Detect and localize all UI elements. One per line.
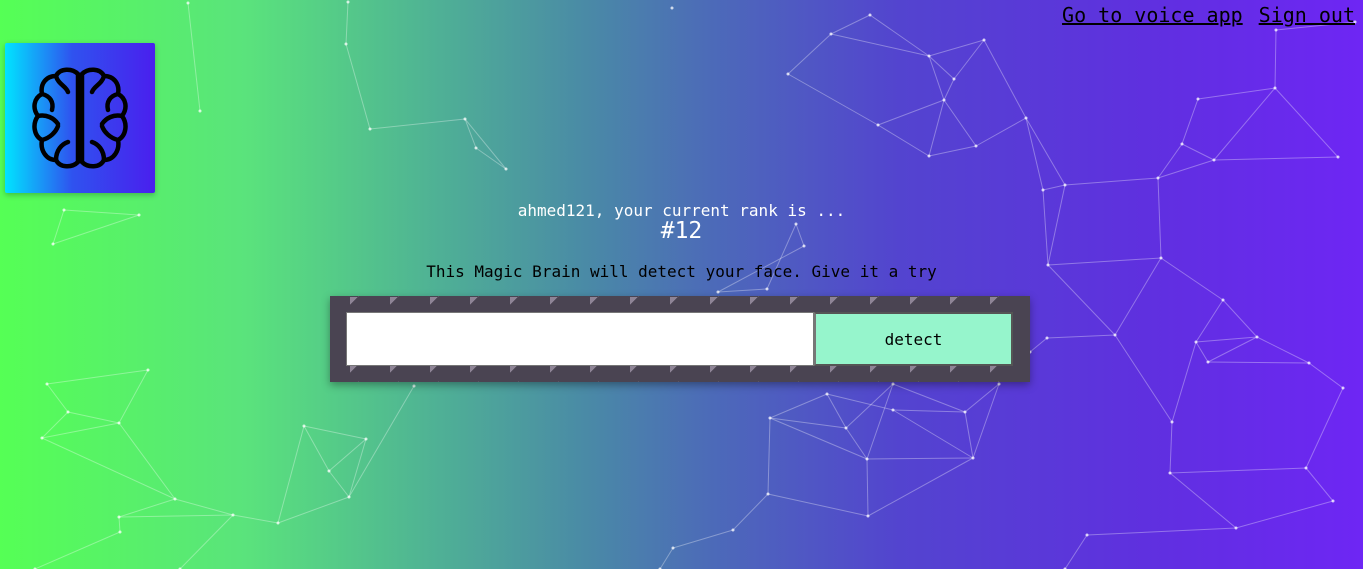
particle-network-background [33,0,1357,569]
logo [5,43,155,193]
image-url-input[interactable] [346,312,814,366]
go-to-voice-app-link[interactable]: Go to voice app [1062,3,1243,27]
sign-out-link[interactable]: Sign out [1259,3,1355,27]
tagline: This Magic Brain will detect your face. … [426,262,937,281]
image-url-form: detect [330,296,1030,382]
form-controls: detect [346,312,1013,366]
detect-button[interactable]: detect [814,312,1013,366]
top-navigation: Go to voice app Sign out [1062,3,1355,27]
rank-value: #12 [660,218,703,244]
brain-icon [32,67,128,169]
